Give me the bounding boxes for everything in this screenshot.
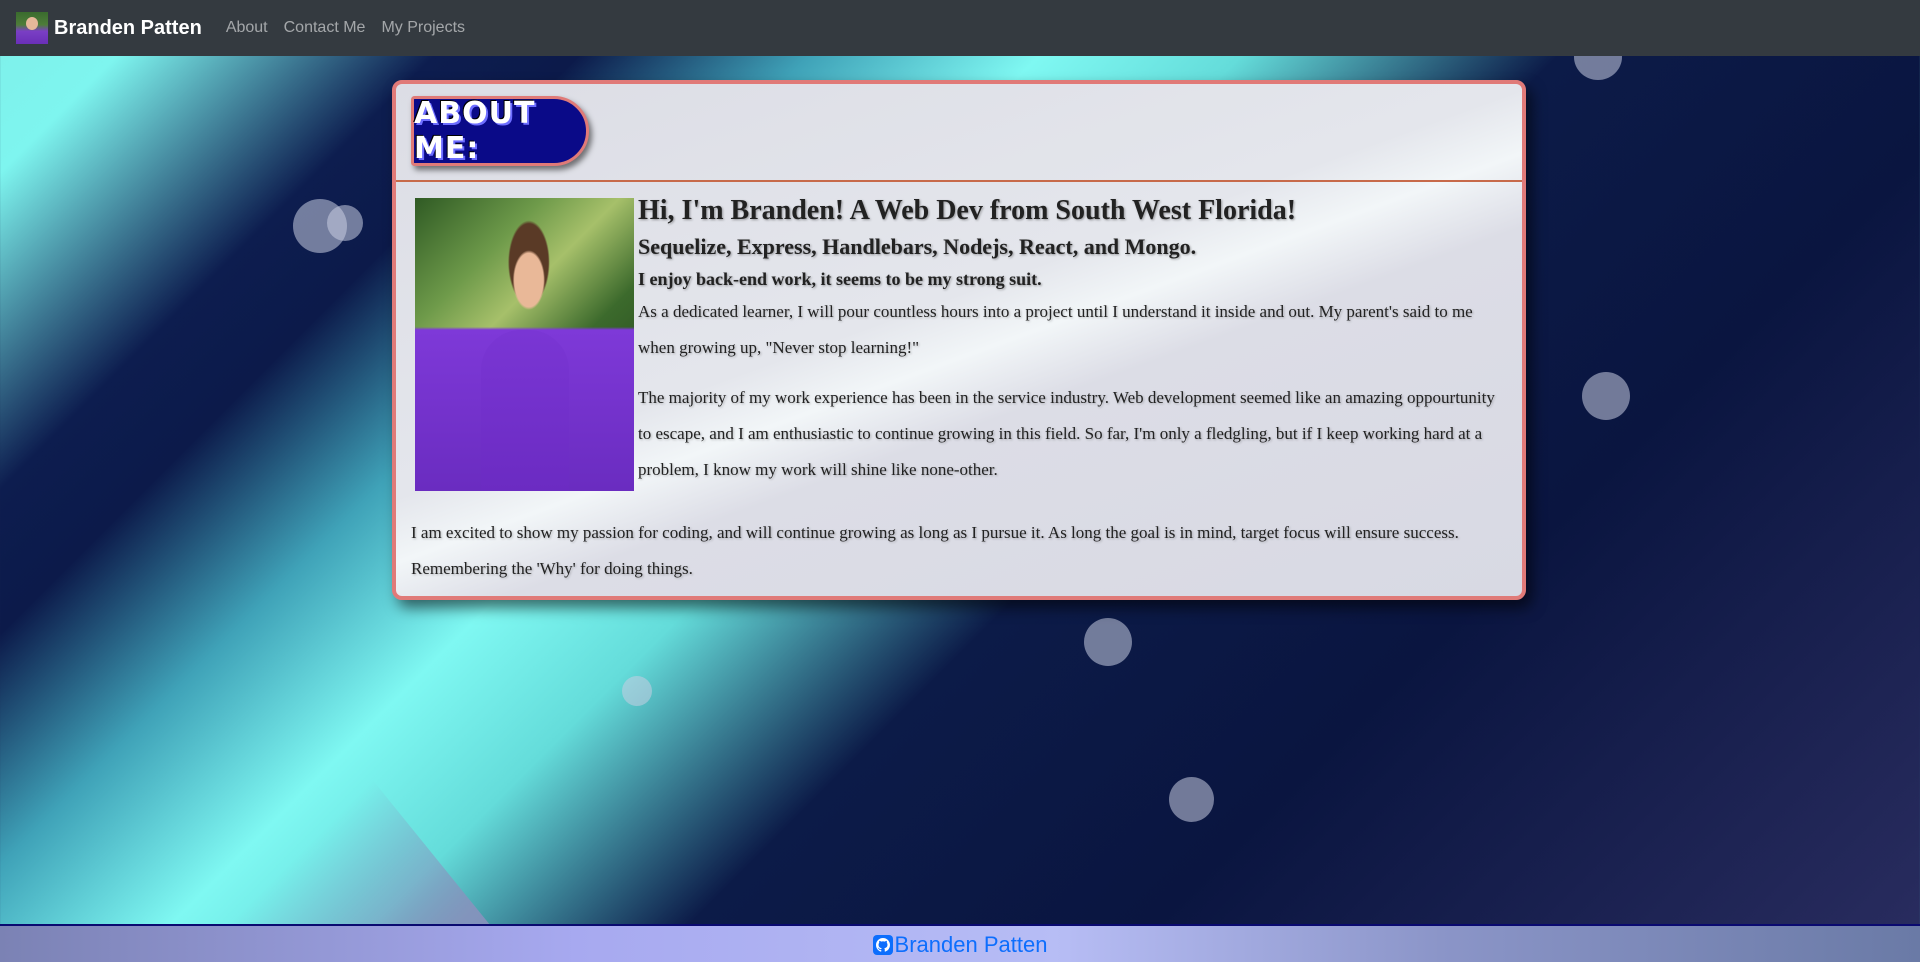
profile-photo bbox=[415, 198, 634, 491]
brand-avatar bbox=[16, 12, 48, 44]
nav-link-contact[interactable]: Contact Me bbox=[284, 19, 366, 37]
strength-heading: I enjoy back-end work, it seems to be my… bbox=[638, 269, 1042, 289]
intro-heading: Hi, I'm Branden! A Web Dev from South We… bbox=[638, 195, 1297, 226]
nav-links: About Contact Me My Projects bbox=[226, 19, 481, 37]
passion-paragraph: I am excited to show my passion for codi… bbox=[411, 523, 1459, 578]
nav-link-about[interactable]: About bbox=[226, 19, 268, 37]
background-bubble bbox=[1582, 372, 1630, 420]
footer-github-link[interactable]: Branden Patten bbox=[872, 932, 1048, 958]
about-me-badge: ABOUT ME: bbox=[411, 96, 589, 166]
background-bubble bbox=[1169, 777, 1214, 822]
brand-name: Branden Patten bbox=[54, 16, 202, 39]
nav-link-projects[interactable]: My Projects bbox=[381, 19, 465, 37]
footer: Branden Patten bbox=[0, 924, 1920, 962]
learner-paragraph: As a dedicated learner, I will pour coun… bbox=[638, 302, 1473, 357]
brand-link[interactable]: Branden Patten bbox=[16, 12, 202, 44]
footer-link-text: Branden Patten bbox=[894, 932, 1048, 957]
top-navbar: Branden Patten About Contact Me My Proje… bbox=[0, 0, 1920, 56]
about-me-title: ABOUT ME: bbox=[414, 96, 536, 166]
tech-stack-heading: Sequelize, Express, Handlebars, Nodejs, … bbox=[638, 234, 1197, 259]
background-bubble bbox=[622, 676, 652, 706]
background-bubble bbox=[1084, 618, 1132, 666]
experience-paragraph: The majority of my work experience has b… bbox=[638, 388, 1495, 479]
card-header: ABOUT ME: bbox=[396, 84, 1522, 182]
about-card: ABOUT ME: Hi, I'm Branden! A Web Dev fro… bbox=[392, 80, 1526, 600]
github-icon bbox=[872, 935, 893, 955]
background-bubble bbox=[327, 205, 363, 241]
about-text: Hi, I'm Branden! A Web Dev from South We… bbox=[638, 194, 1508, 502]
